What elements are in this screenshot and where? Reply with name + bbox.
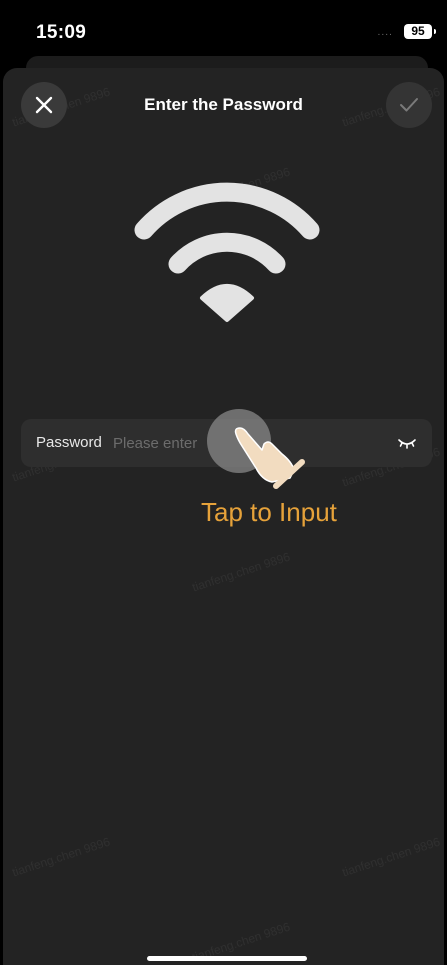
eye-closed-icon[interactable] xyxy=(397,435,417,451)
pointing-hand-icon xyxy=(234,427,305,489)
password-label: Password xyxy=(36,434,102,451)
battery-icon: 95 xyxy=(404,24,436,39)
tap-to-input-hint: Tap to Input xyxy=(201,497,337,527)
confirm-button[interactable] xyxy=(386,82,432,128)
status-bar: 15:09 .... 95 xyxy=(0,0,447,62)
checkmark-icon xyxy=(400,98,418,112)
wifi-icon xyxy=(134,182,320,322)
home-indicator xyxy=(147,956,307,961)
sheet-title: Enter the Password xyxy=(144,95,303,114)
status-time: 15:09 xyxy=(36,22,87,43)
signal-icon: .... xyxy=(377,28,393,38)
